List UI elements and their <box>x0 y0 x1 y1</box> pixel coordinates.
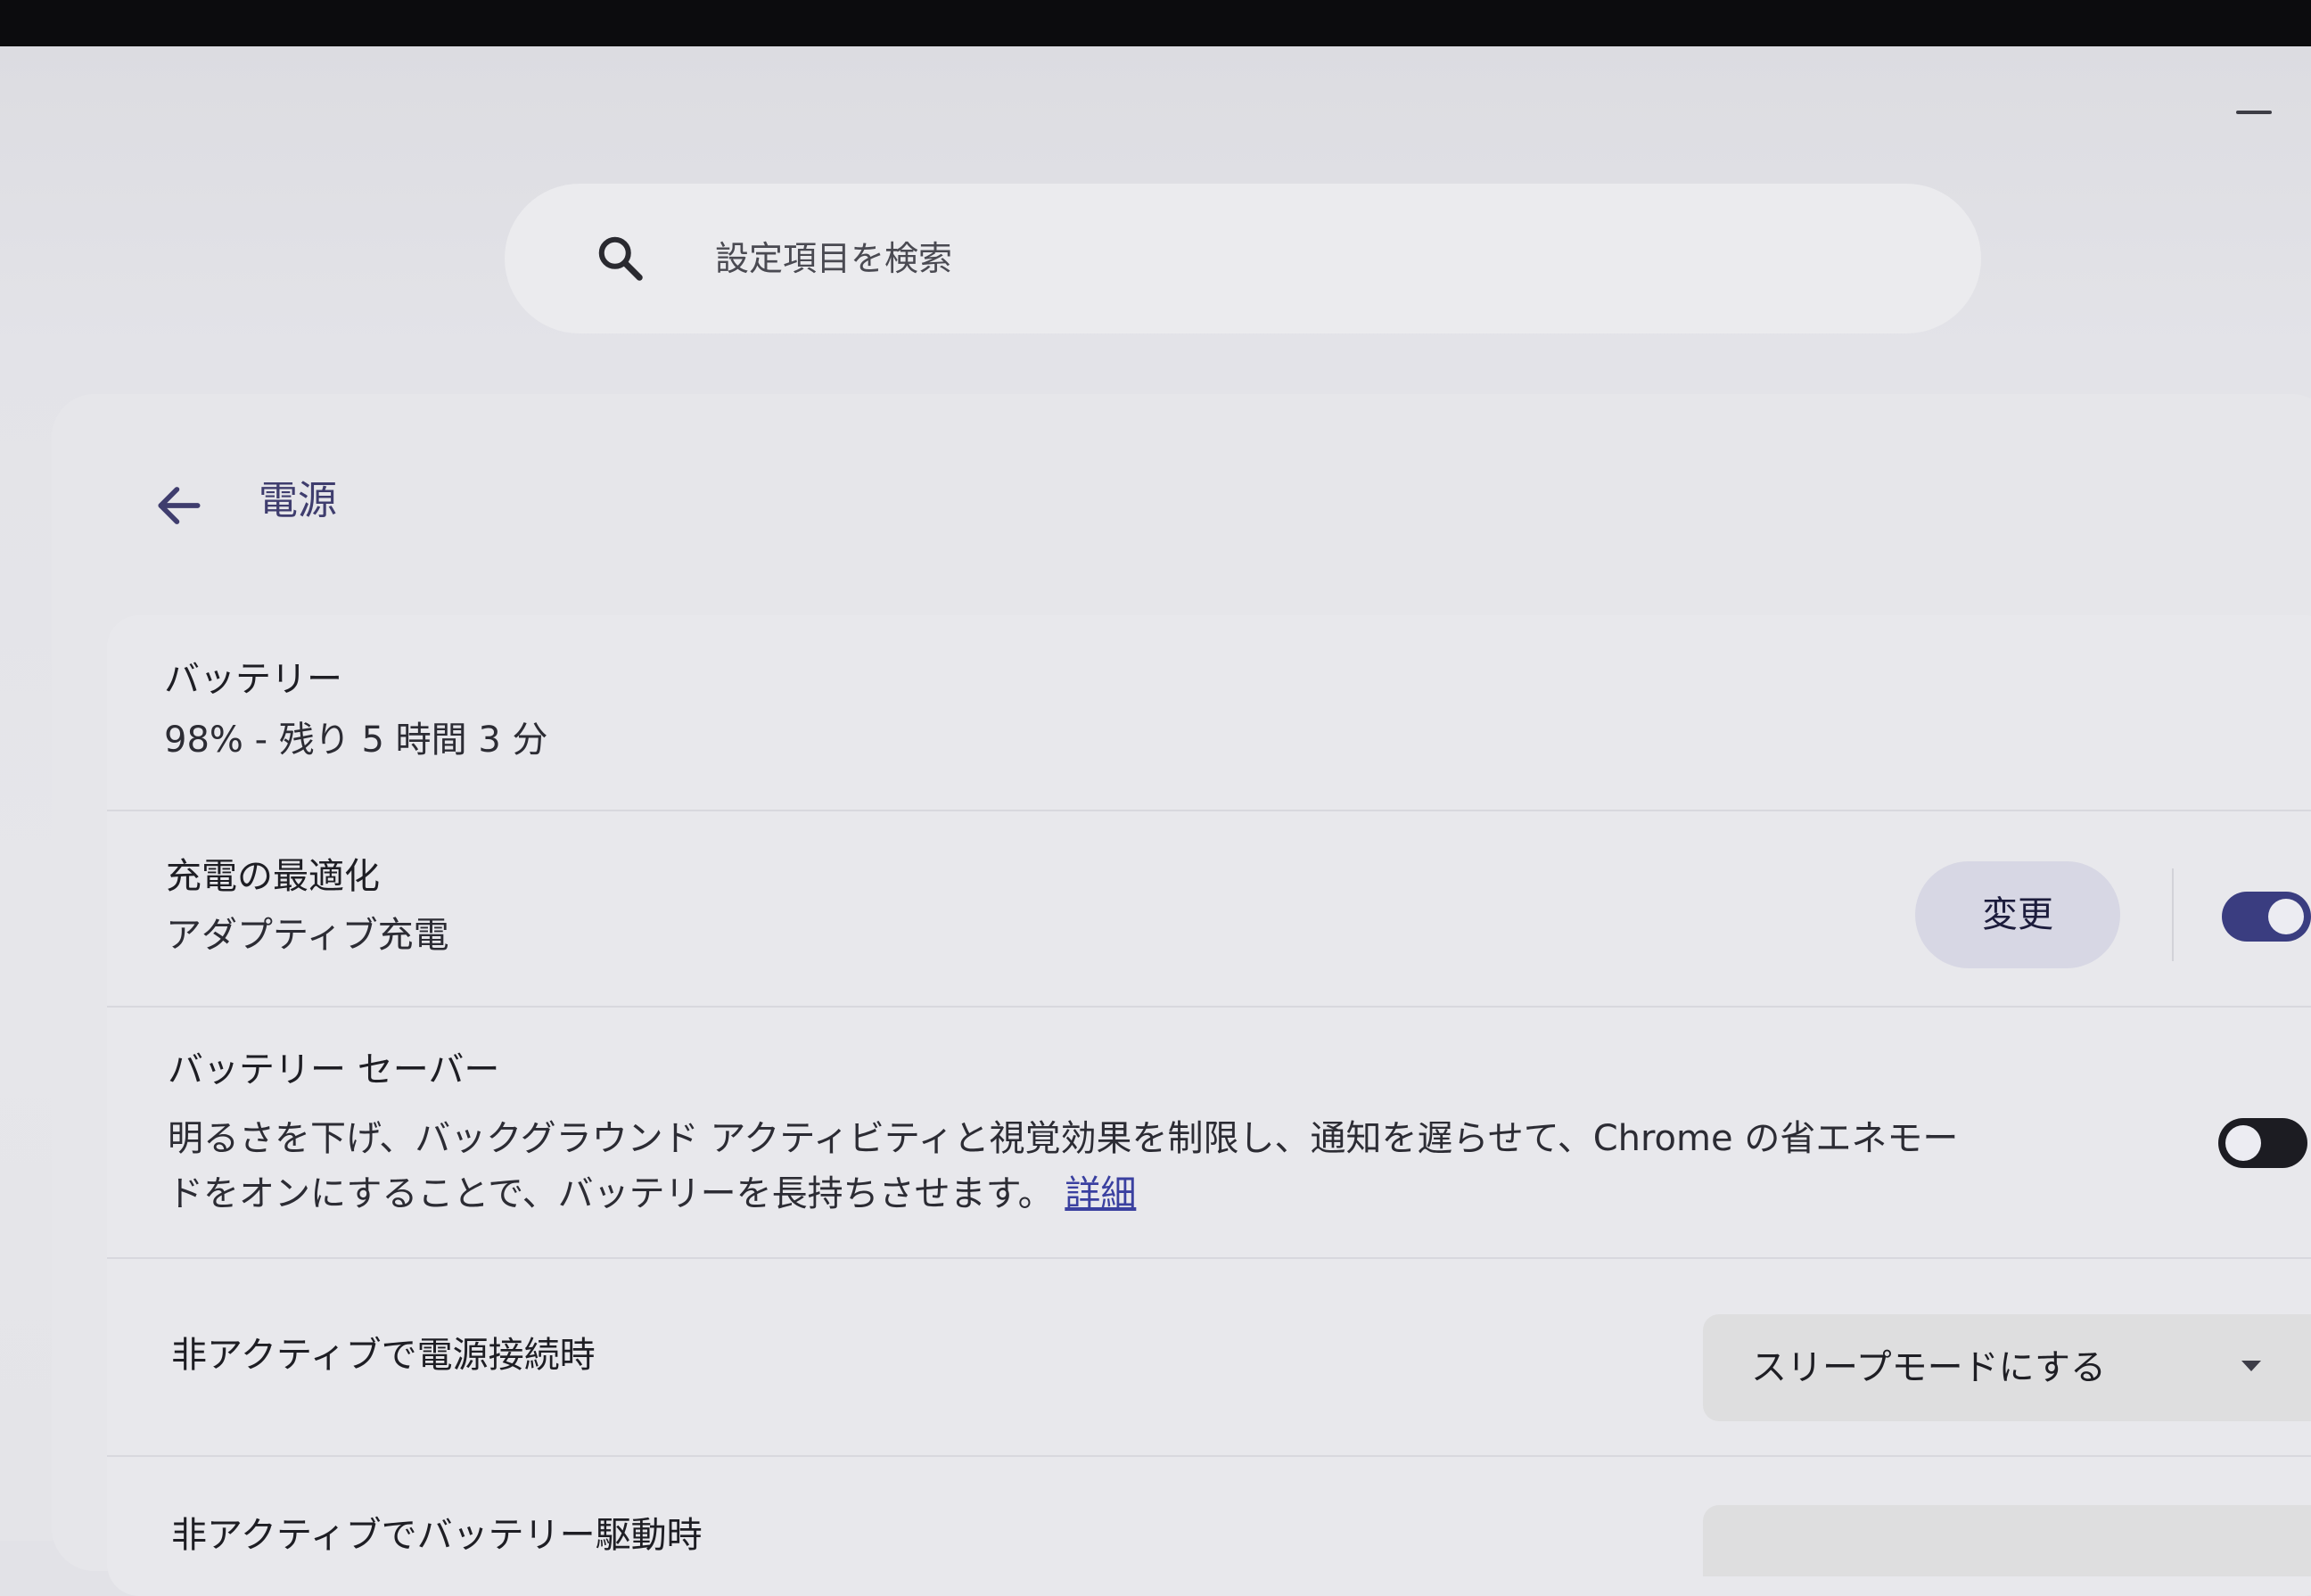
idle-plugged-in-title: 非アクティブで電源接続時 <box>171 1335 596 1376</box>
change-button[interactable]: 変更 <box>1915 861 2120 968</box>
dropdown-caret-icon <box>2241 1361 2261 1371</box>
charging-optimization-title: 充電の最適化 <box>166 856 380 897</box>
battery-title: バッテリー <box>164 659 342 700</box>
divider <box>107 1257 2311 1259</box>
battery-saver-description-text: ドをオンにすることで、バッテリーを長持ちさせます。 <box>168 1173 1054 1214</box>
search-icon <box>598 236 643 281</box>
toggle-knob <box>2225 1125 2261 1161</box>
back-arrow-icon[interactable] <box>152 478 207 533</box>
idle-on-battery-select[interactable] <box>1703 1505 2311 1576</box>
divider <box>107 1455 2311 1457</box>
search-bar[interactable] <box>505 184 1981 333</box>
divider <box>107 810 2311 811</box>
toggle-knob <box>2268 899 2304 934</box>
battery-saver-toggle[interactable] <box>2218 1118 2307 1168</box>
search-input[interactable] <box>715 184 1910 333</box>
minimize-icon[interactable] <box>2236 111 2272 114</box>
page-title: 電源 <box>259 478 337 523</box>
charging-optimization-toggle[interactable] <box>2222 892 2311 942</box>
divider <box>107 1006 2311 1008</box>
idle-on-battery-title: 非アクティブでバッテリー駆動時 <box>171 1515 703 1556</box>
battery-saver-title: バッテリー セーバー <box>168 1049 500 1090</box>
learn-more-link[interactable]: 詳細 <box>1065 1173 1136 1214</box>
battery-status: 98% - 残り 5 時間 3 分 <box>164 720 548 761</box>
battery-saver-description-line2: ドをオンにすることで、バッテリーを長持ちさせます。 詳細 <box>168 1164 1136 1223</box>
charging-optimization-value: アダプティブ充電 <box>166 915 449 956</box>
device-top-bezel <box>0 0 2311 46</box>
idle-plugged-in-selected: スリープモードにする <box>1751 1347 2106 1388</box>
battery-saver-description-line1: 明るさを下げ、バックグラウンド アクティビティと視覚効果を制限し、通知を遅らせて… <box>168 1118 1959 1159</box>
vertical-divider <box>2172 868 2174 961</box>
idle-plugged-in-select[interactable]: スリープモードにする <box>1703 1314 2311 1421</box>
